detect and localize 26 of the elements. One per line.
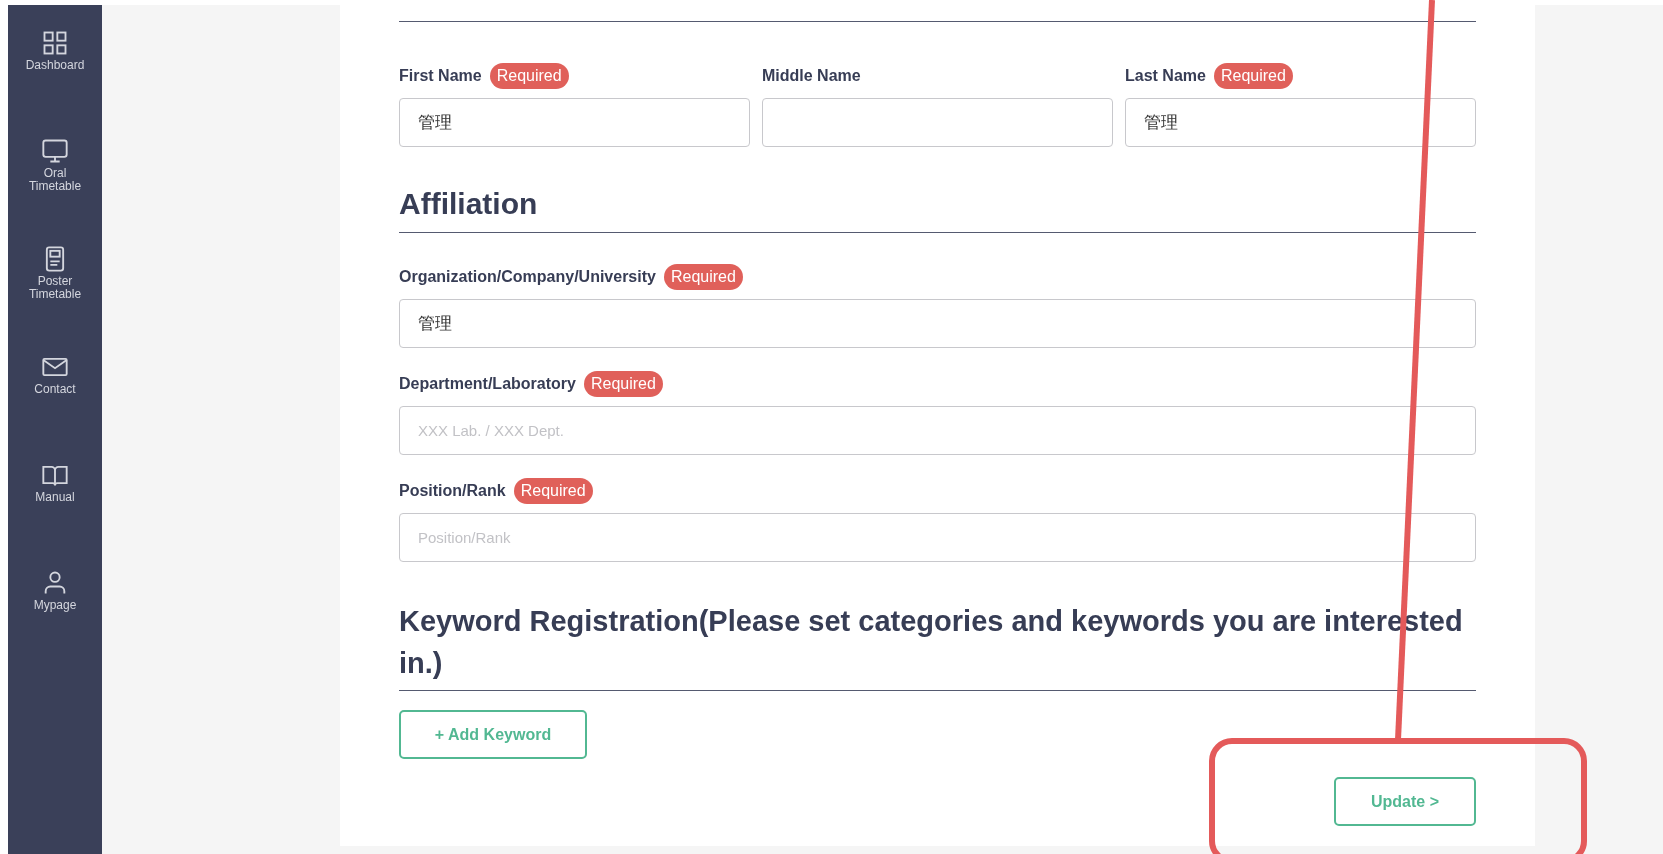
sidebar-item[interactable]: Oral Timetable xyxy=(28,137,82,209)
field-label: Middle Name xyxy=(762,66,861,86)
input-field[interactable]: 管理 xyxy=(1125,98,1476,147)
sidebar-item[interactable]: Mypage xyxy=(33,569,77,641)
field-label: Department/Laboratory xyxy=(399,374,576,394)
sidebar-item[interactable]: Manual xyxy=(35,461,75,533)
field-label: First Name xyxy=(399,66,482,86)
sidebar-item[interactable]: Dashboard xyxy=(25,29,85,101)
input-field[interactable]: 管理 xyxy=(399,299,1476,348)
sidebar-item[interactable]: Contact xyxy=(34,353,76,425)
input-field[interactable]: 管理 xyxy=(399,98,750,147)
grid-icon xyxy=(41,29,69,57)
required-badge: Required xyxy=(513,478,593,504)
input-field[interactable] xyxy=(762,98,1113,147)
field-label: Last Name xyxy=(1125,66,1206,86)
section-heading: Affiliation xyxy=(399,186,539,222)
required-badge: Required xyxy=(663,264,743,290)
required-badge: Required xyxy=(583,371,663,397)
sidebar-item[interactable]: Poster Timetable xyxy=(28,245,82,317)
required-badge: Required xyxy=(489,63,569,89)
field-label: Position/Rank xyxy=(399,481,506,501)
input-field[interactable]: XXX Lab. / XXX Dept. xyxy=(399,406,1476,455)
input-field[interactable]: Position/Rank xyxy=(399,513,1476,562)
field-label: Organization/Company/University xyxy=(399,267,656,287)
required-badge: Required xyxy=(1213,63,1293,89)
monitor-icon xyxy=(41,137,69,165)
